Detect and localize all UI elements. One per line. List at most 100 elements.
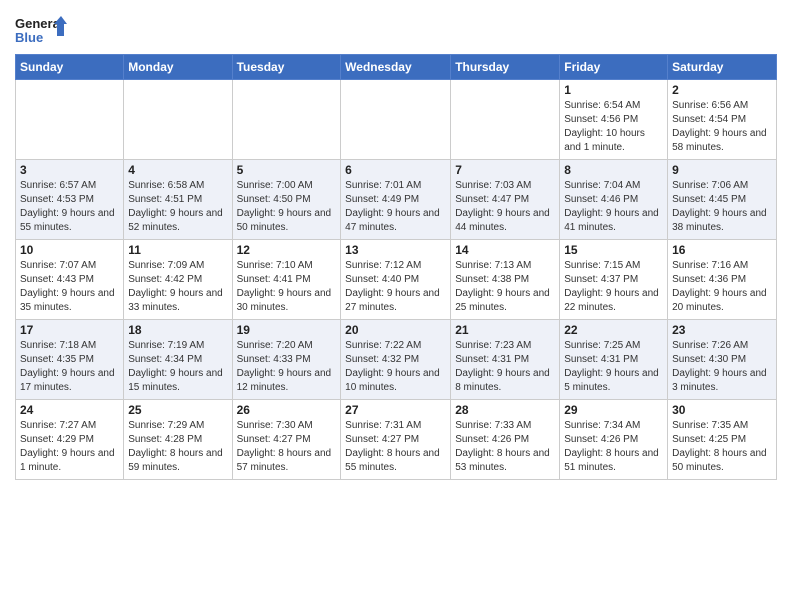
day-info: Sunrise: 7:19 AMSunset: 4:34 PMDaylight:… xyxy=(128,339,227,395)
day-number: 20 xyxy=(345,323,446,337)
calendar-cell: 10 Sunrise: 7:07 AMSunset: 4:43 PMDayligh… xyxy=(16,240,124,320)
calendar-cell: 26 Sunrise: 7:30 AMSunset: 4:27 PMDayligh… xyxy=(232,400,341,480)
calendar-cell: 22 Sunrise: 7:25 AMSunset: 4:31 PMDayligh… xyxy=(560,320,668,400)
calendar-cell: 28 Sunrise: 7:33 AMSunset: 4:26 PMDayligh… xyxy=(451,400,560,480)
day-info: Sunrise: 7:00 AMSunset: 4:50 PMDaylight:… xyxy=(237,179,337,235)
day-number: 7 xyxy=(455,163,555,177)
day-info: Sunrise: 7:27 AMSunset: 4:29 PMDaylight:… xyxy=(20,419,119,475)
day-number: 4 xyxy=(128,163,227,177)
day-info: Sunrise: 7:04 AMSunset: 4:46 PMDaylight:… xyxy=(564,179,663,235)
calendar-week-4: 17Sunrise: 7:18 AMSunset: 4:35 PMDayligh… xyxy=(16,320,777,400)
day-info: Sunrise: 7:26 AMSunset: 4:30 PMDaylight:… xyxy=(672,339,772,395)
calendar-cell: 19 Sunrise: 7:20 AMSunset: 4:33 PMDayligh… xyxy=(232,320,341,400)
calendar-cell: 27 Sunrise: 7:31 AMSunset: 4:27 PMDayligh… xyxy=(341,400,451,480)
day-number: 24 xyxy=(20,403,119,417)
calendar-header-row: SundayMondayTuesdayWednesdayThursdayFrid… xyxy=(16,55,777,80)
day-info: Sunrise: 7:13 AMSunset: 4:38 PMDaylight:… xyxy=(455,259,555,315)
calendar-cell: 30Sunrise: 7:35 AMSunset: 4:25 PMDayligh… xyxy=(668,400,777,480)
calendar-cell: 23 Sunrise: 7:26 AMSunset: 4:30 PMDayligh… xyxy=(668,320,777,400)
day-info: Sunrise: 7:31 AMSunset: 4:27 PMDaylight:… xyxy=(345,419,446,475)
day-info: Sunrise: 7:07 AMSunset: 4:43 PMDaylight:… xyxy=(20,259,119,315)
day-info: Sunrise: 7:18 AMSunset: 4:35 PMDaylight:… xyxy=(20,339,119,395)
day-number: 18 xyxy=(128,323,227,337)
day-info: Sunrise: 6:54 AMSunset: 4:56 PMDaylight:… xyxy=(564,99,663,155)
day-number: 10 xyxy=(20,243,119,257)
day-info: Sunrise: 6:56 AMSunset: 4:54 PMDaylight:… xyxy=(672,99,772,155)
day-number: 5 xyxy=(237,163,337,177)
day-number: 12 xyxy=(237,243,337,257)
calendar-cell: 24 Sunrise: 7:27 AMSunset: 4:29 PMDayligh… xyxy=(16,400,124,480)
day-info: Sunrise: 7:34 AMSunset: 4:26 PMDaylight:… xyxy=(564,419,663,475)
calendar-cell: 11 Sunrise: 7:09 AMSunset: 4:42 PMDayligh… xyxy=(124,240,232,320)
day-info: Sunrise: 7:33 AMSunset: 4:26 PMDaylight:… xyxy=(455,419,555,475)
calendar-cell xyxy=(232,80,341,160)
day-number: 2 xyxy=(672,83,772,97)
calendar-cell: 18 Sunrise: 7:19 AMSunset: 4:34 PMDayligh… xyxy=(124,320,232,400)
calendar-cell: 8 Sunrise: 7:04 AMSunset: 4:46 PMDaylight… xyxy=(560,160,668,240)
day-info: Sunrise: 7:20 AMSunset: 4:33 PMDaylight:… xyxy=(237,339,337,395)
calendar-cell xyxy=(124,80,232,160)
day-info: Sunrise: 7:03 AMSunset: 4:47 PMDaylight:… xyxy=(455,179,555,235)
day-info: Sunrise: 7:23 AMSunset: 4:31 PMDaylight:… xyxy=(455,339,555,395)
day-number: 30 xyxy=(672,403,772,417)
day-number: 23 xyxy=(672,323,772,337)
calendar-cell xyxy=(16,80,124,160)
day-info: Sunrise: 6:57 AMSunset: 4:53 PMDaylight:… xyxy=(20,179,119,235)
calendar-cell: 9Sunrise: 7:06 AMSunset: 4:45 PMDaylight… xyxy=(668,160,777,240)
day-info: Sunrise: 7:22 AMSunset: 4:32 PMDaylight:… xyxy=(345,339,446,395)
day-number: 26 xyxy=(237,403,337,417)
day-info: Sunrise: 7:01 AMSunset: 4:49 PMDaylight:… xyxy=(345,179,446,235)
day-number: 6 xyxy=(345,163,446,177)
calendar-cell: 5 Sunrise: 7:00 AMSunset: 4:50 PMDaylight… xyxy=(232,160,341,240)
calendar-cell: 29 Sunrise: 7:34 AMSunset: 4:26 PMDayligh… xyxy=(560,400,668,480)
day-info: Sunrise: 7:15 AMSunset: 4:37 PMDaylight:… xyxy=(564,259,663,315)
day-info: Sunrise: 7:16 AMSunset: 4:36 PMDaylight:… xyxy=(672,259,772,315)
day-number: 13 xyxy=(345,243,446,257)
calendar: SundayMondayTuesdayWednesdayThursdayFrid… xyxy=(15,54,777,480)
calendar-cell: 4 Sunrise: 6:58 AMSunset: 4:51 PMDaylight… xyxy=(124,160,232,240)
day-number: 15 xyxy=(564,243,663,257)
day-info: Sunrise: 7:06 AMSunset: 4:45 PMDaylight:… xyxy=(672,179,772,235)
day-number: 21 xyxy=(455,323,555,337)
calendar-week-3: 10 Sunrise: 7:07 AMSunset: 4:43 PMDayligh… xyxy=(16,240,777,320)
day-info: Sunrise: 7:12 AMSunset: 4:40 PMDaylight:… xyxy=(345,259,446,315)
calendar-cell: 12 Sunrise: 7:10 AMSunset: 4:41 PMDayligh… xyxy=(232,240,341,320)
day-info: Sunrise: 7:09 AMSunset: 4:42 PMDaylight:… xyxy=(128,259,227,315)
day-number: 16 xyxy=(672,243,772,257)
calendar-cell: 13 Sunrise: 7:12 AMSunset: 4:40 PMDayligh… xyxy=(341,240,451,320)
col-header-friday: Friday xyxy=(560,55,668,80)
day-number: 25 xyxy=(128,403,227,417)
day-number: 29 xyxy=(564,403,663,417)
calendar-cell: 14 Sunrise: 7:13 AMSunset: 4:38 PMDayligh… xyxy=(451,240,560,320)
day-info: Sunrise: 7:10 AMSunset: 4:41 PMDaylight:… xyxy=(237,259,337,315)
calendar-cell: 1Sunrise: 6:54 AMSunset: 4:56 PMDaylight… xyxy=(560,80,668,160)
logo: General Blue xyxy=(15,14,67,46)
day-info: Sunrise: 7:25 AMSunset: 4:31 PMDaylight:… xyxy=(564,339,663,395)
calendar-cell: 7 Sunrise: 7:03 AMSunset: 4:47 PMDaylight… xyxy=(451,160,560,240)
calendar-cell: 17Sunrise: 7:18 AMSunset: 4:35 PMDayligh… xyxy=(16,320,124,400)
day-info: Sunrise: 6:58 AMSunset: 4:51 PMDaylight:… xyxy=(128,179,227,235)
day-number: 22 xyxy=(564,323,663,337)
calendar-cell: 20 Sunrise: 7:22 AMSunset: 4:32 PMDayligh… xyxy=(341,320,451,400)
day-number: 19 xyxy=(237,323,337,337)
calendar-cell: 21 Sunrise: 7:23 AMSunset: 4:31 PMDayligh… xyxy=(451,320,560,400)
calendar-week-1: 1Sunrise: 6:54 AMSunset: 4:56 PMDaylight… xyxy=(16,80,777,160)
day-info: Sunrise: 7:30 AMSunset: 4:27 PMDaylight:… xyxy=(237,419,337,475)
calendar-cell: 2 Sunrise: 6:56 AMSunset: 4:54 PMDaylight… xyxy=(668,80,777,160)
col-header-thursday: Thursday xyxy=(451,55,560,80)
day-number: 27 xyxy=(345,403,446,417)
day-number: 14 xyxy=(455,243,555,257)
col-header-sunday: Sunday xyxy=(16,55,124,80)
calendar-cell: 3 Sunrise: 6:57 AMSunset: 4:53 PMDaylight… xyxy=(16,160,124,240)
col-header-wednesday: Wednesday xyxy=(341,55,451,80)
day-number: 28 xyxy=(455,403,555,417)
calendar-cell: 15 Sunrise: 7:15 AMSunset: 4:37 PMDayligh… xyxy=(560,240,668,320)
col-header-monday: Monday xyxy=(124,55,232,80)
day-number: 3 xyxy=(20,163,119,177)
calendar-week-5: 24 Sunrise: 7:27 AMSunset: 4:29 PMDayligh… xyxy=(16,400,777,480)
day-number: 11 xyxy=(128,243,227,257)
day-number: 8 xyxy=(564,163,663,177)
logo-graphic: General Blue xyxy=(15,14,67,46)
calendar-cell xyxy=(341,80,451,160)
col-header-saturday: Saturday xyxy=(668,55,777,80)
